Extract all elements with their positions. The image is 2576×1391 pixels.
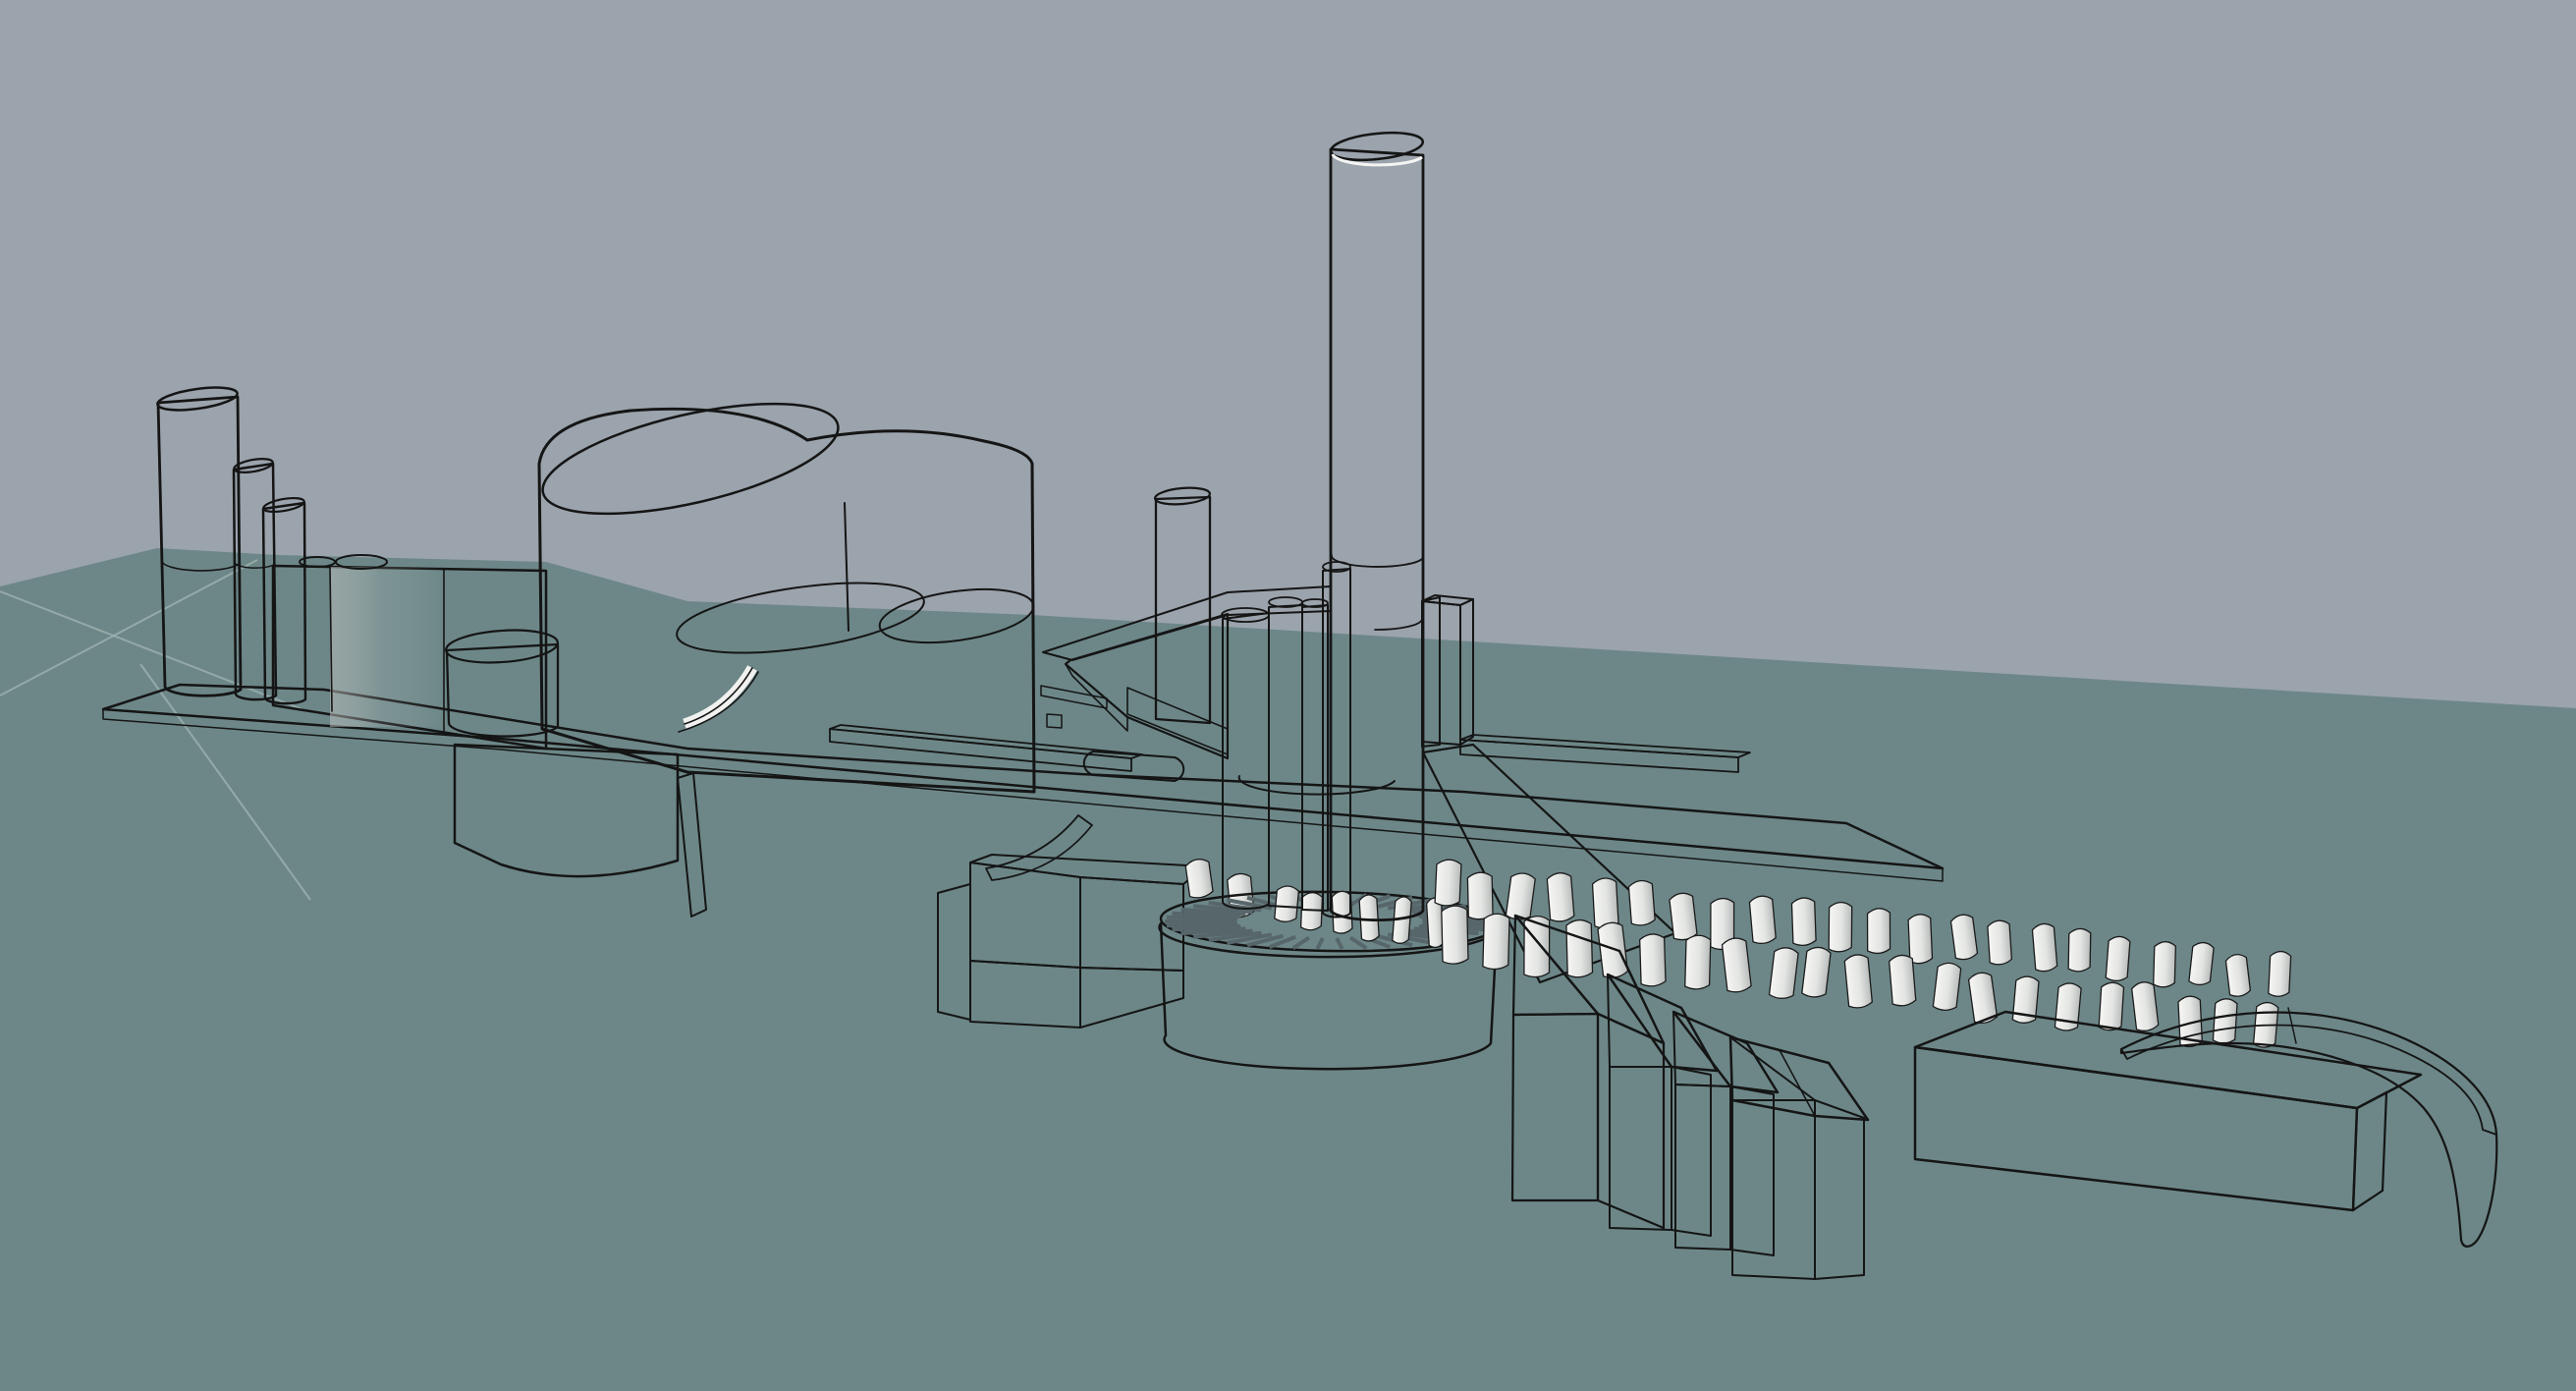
louver-fin[interactable]	[1749, 895, 1777, 944]
louver-fin[interactable]	[2213, 998, 2237, 1044]
louver-fin[interactable]	[1592, 877, 1618, 928]
louver-fin[interactable]	[2131, 981, 2159, 1032]
louver-fin[interactable]	[1801, 946, 1831, 998]
louver-fin[interactable]	[2225, 954, 2251, 998]
louver-fin[interactable]	[1547, 872, 1574, 922]
louver-fin[interactable]	[1933, 962, 1961, 1012]
louver-fin[interactable]	[2106, 936, 2130, 982]
louver-fin[interactable]	[1791, 898, 1816, 946]
louver-fin[interactable]	[1483, 914, 1509, 970]
louver-fin[interactable]	[1301, 892, 1323, 930]
louver-fin[interactable]	[1908, 914, 1933, 964]
louver-fin[interactable]	[1669, 892, 1697, 941]
louver-fin[interactable]	[1628, 880, 1655, 926]
viewport-wrap	[0, 0, 2576, 1391]
louver-fin[interactable]	[1988, 920, 2012, 966]
louver-fin[interactable]	[1844, 954, 1873, 1009]
louver-fin[interactable]	[1275, 885, 1299, 922]
louver-fin[interactable]	[2068, 928, 2091, 972]
louver-fin[interactable]	[1769, 946, 1798, 999]
louver-fin[interactable]	[2269, 951, 2291, 997]
louver-fin[interactable]	[2189, 941, 2215, 985]
louver-fin[interactable]	[2032, 923, 2057, 973]
louver-fin[interactable]	[1685, 935, 1711, 989]
louver-fin[interactable]	[1889, 955, 1916, 1007]
louver-fin[interactable]	[1829, 902, 1852, 952]
louver-fin[interactable]	[1467, 872, 1493, 919]
louver-fin[interactable]	[2055, 982, 2081, 1031]
louver-fin[interactable]	[2154, 941, 2176, 987]
louver-fin[interactable]	[2099, 982, 2124, 1031]
louver-fin[interactable]	[1566, 919, 1593, 977]
3d-viewport-canvas[interactable]	[0, 0, 2576, 1391]
louver-fin[interactable]	[1359, 895, 1380, 942]
louver-fin[interactable]	[1435, 860, 1461, 907]
louver-fin[interactable]	[1868, 909, 1891, 954]
louver-fin[interactable]	[1185, 858, 1214, 899]
louver-fin[interactable]	[1639, 934, 1666, 987]
louver-fin[interactable]	[1442, 906, 1468, 965]
